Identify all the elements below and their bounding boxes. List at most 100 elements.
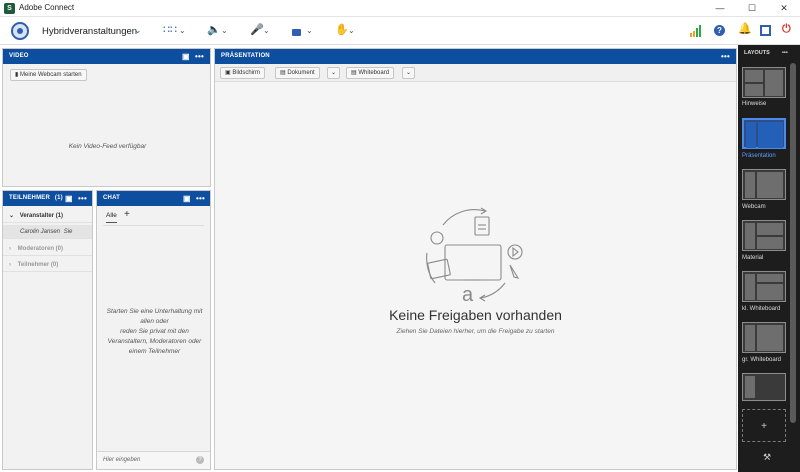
close-button[interactable]: ✕ <box>768 0 800 17</box>
add-chat-tab-icon[interactable]: + <box>124 209 130 220</box>
more-options-icon[interactable]: ••• <box>78 191 87 206</box>
monitor-icon: ▣ <box>225 70 231 76</box>
chat-pod-header: CHAT ▣ ••• <box>97 191 210 206</box>
maximize-pod-icon[interactable]: ▣ <box>65 191 73 206</box>
group-participants[interactable]: › Teilnehmer (0) <box>3 258 92 272</box>
microphone-icon[interactable]: 🎤 <box>250 24 264 36</box>
group-participants-label: Teilnehmer (0) <box>17 262 59 268</box>
share-screen-button[interactable]: ▣ Bildschirm <box>220 67 266 79</box>
participants-pod: TEILNEHMER (1) ▣ ••• ⌄ Veranstalter (1) … <box>2 190 93 470</box>
group-presenters-label: Moderatoren (0) <box>17 246 64 252</box>
presentation-pod: PRÄSENTATION ••• ▣ Bildschirm ▤ Dokument… <box>214 48 737 470</box>
more-options-icon[interactable]: ••• <box>721 49 730 64</box>
window-title: Adobe Connect <box>19 3 75 12</box>
layouts-header: LAYOUTS ••• <box>738 45 800 61</box>
tab-all[interactable]: Alle <box>106 212 117 223</box>
layout-thumb-small-whiteboard[interactable] <box>742 271 786 302</box>
layout-label[interactable]: Präsentation <box>742 153 776 159</box>
document-dropdown[interactable]: ⌄ <box>327 67 340 79</box>
monitor-icon <box>444 244 502 281</box>
chat-pod-body: Alle + Starten Sie eine Unterhaltung mit… <box>97 206 210 469</box>
layout-thumb-presentation[interactable] <box>742 118 786 149</box>
divider <box>103 225 204 226</box>
presentation-pod-title: PRÄSENTATION <box>221 53 270 59</box>
chevron-down-icon[interactable]: ⌄ <box>9 213 14 219</box>
meeting-toolbar: Hybridveranstaltungen ⌄ ∷∷ ⌄ 🔈 ⌄ 🎤 ⌄ ⌄ ✋… <box>0 17 800 45</box>
chevron-down-icon[interactable]: ⌄ <box>179 25 186 37</box>
participants-pod-body: ⌄ Veranstalter (1) Carolin Jansen Sie › … <box>3 206 92 469</box>
fullscreen-icon[interactable] <box>760 25 771 36</box>
connect-logo[interactable] <box>11 22 29 40</box>
video-pod-header: VIDEO ▣ ••• <box>3 49 210 64</box>
maximize-button[interactable]: ☐ <box>736 0 768 17</box>
chevron-down-icon[interactable]: ⌄ <box>306 25 313 37</box>
layout-label[interactable]: kl. Whiteboard <box>742 306 780 312</box>
more-options-icon[interactable]: ••• <box>782 45 788 61</box>
layout-label[interactable]: Material <box>742 255 763 261</box>
camera-icon[interactable] <box>292 29 301 36</box>
participant-row[interactable]: Carolin Jansen Sie <box>3 225 92 239</box>
speaker-icon[interactable]: 🔈 <box>207 24 221 36</box>
chevron-right-icon[interactable]: › <box>9 246 11 252</box>
chat-input[interactable]: Hier eingeben <box>103 457 140 463</box>
layout-label[interactable]: Webcam <box>742 204 766 210</box>
share-toolbar: ▣ Bildschirm ▤ Dokument ⌄ ▤ Whiteboard ⌄ <box>215 64 736 82</box>
layout-label[interactable]: Hinweise <box>742 101 766 107</box>
group-presenters[interactable]: › Moderatoren (0) <box>3 242 92 256</box>
adobe-a-icon: a <box>462 284 474 303</box>
chat-pod: CHAT ▣ ••• Alle + Starten Sie eine Unter… <box>96 190 211 470</box>
group-hosts[interactable]: ⌄ Veranstalter (1) <box>3 209 92 223</box>
notifications-icon[interactable]: 🔔 <box>738 23 752 35</box>
more-options-icon[interactable]: ••• <box>196 191 205 206</box>
chat-empty-message: Starten Sie eine Unterhaltung mit allen … <box>97 307 212 357</box>
maximize-pod-icon[interactable]: ▣ <box>183 191 191 206</box>
chat-empty-line: reden Sie privat mit den <box>120 328 189 335</box>
layout-thumb-notes[interactable] <box>742 67 786 98</box>
raise-hand-icon[interactable]: ✋ <box>335 24 349 36</box>
layout-thumb-extra[interactable] <box>742 373 786 401</box>
play-icon <box>507 244 523 260</box>
whiteboard-icon: ▤ <box>351 70 357 76</box>
title-bar: S Adobe Connect — ☐ ✕ <box>0 0 800 17</box>
no-video-feed-text: Kein Video-Feed verfügbar <box>68 143 147 150</box>
signal-strength-icon[interactable] <box>690 25 702 37</box>
help-icon[interactable]: ? <box>714 25 725 36</box>
whiteboard-dropdown[interactable]: ⌄ <box>402 67 415 79</box>
add-layout-button[interactable]: + <box>742 409 786 442</box>
maximize-pod-icon[interactable]: ▣ <box>182 49 190 64</box>
share-document-button[interactable]: ▤ Dokument <box>275 67 320 79</box>
minimize-button[interactable]: — <box>704 0 736 17</box>
participant-name: Carolin Jansen <box>20 229 61 235</box>
share-whiteboard-button[interactable]: ▤ Whiteboard <box>346 67 395 79</box>
document-icon: ▤ <box>280 70 286 76</box>
chat-pod-title: CHAT <box>103 195 121 201</box>
participants-pod-header: TEILNEHMER (1) ▣ ••• <box>3 191 92 206</box>
chevron-down-icon[interactable]: ⌄ <box>221 25 228 37</box>
chevron-down-icon[interactable]: ⌄ <box>263 25 270 37</box>
video-pod-body: ▮ Meine Webcam starten Kein Video-Feed v… <box>3 64 210 186</box>
apps-grid-icon[interactable]: ∷∷ <box>163 24 177 36</box>
layouts-scrollbar[interactable] <box>790 63 796 423</box>
send-icon[interactable]: ? <box>196 456 204 464</box>
tools-icon[interactable]: ⚒ <box>763 452 771 463</box>
group-hosts-label: Veranstalter (1) <box>19 213 64 219</box>
chevron-right-icon[interactable]: › <box>9 262 11 268</box>
participants-count: (1) <box>54 195 63 201</box>
room-name[interactable]: Hybridveranstaltungen <box>42 26 137 37</box>
pointer-icon <box>509 264 520 279</box>
share-screen-label: Bildschirm <box>232 70 261 76</box>
more-options-icon[interactable]: ••• <box>195 49 204 64</box>
presentation-pod-body: ▣ Bildschirm ▤ Dokument ⌄ ▤ Whiteboard ⌄ <box>215 64 736 469</box>
power-icon[interactable]: ⏻ <box>782 23 791 35</box>
chevron-down-icon[interactable]: ⌄ <box>348 25 355 37</box>
chat-empty-line: Starten Sie eine Unterhaltung mit <box>106 308 203 315</box>
start-webcam-button[interactable]: ▮ Meine Webcam starten <box>10 69 87 81</box>
presentation-pod-header: PRÄSENTATION ••• <box>215 49 736 64</box>
empty-state-subtitle: Ziehen Sie Dateien hierher, um die Freig… <box>396 328 555 335</box>
layout-thumb-webcam[interactable] <box>742 169 786 200</box>
layout-thumb-large-whiteboard[interactable] <box>742 322 786 353</box>
layout-thumb-material[interactable] <box>742 220 786 251</box>
chevron-down-icon[interactable]: ⌄ <box>134 25 142 36</box>
file-icon <box>474 216 490 236</box>
layout-label[interactable]: gr. Whiteboard <box>742 357 781 363</box>
